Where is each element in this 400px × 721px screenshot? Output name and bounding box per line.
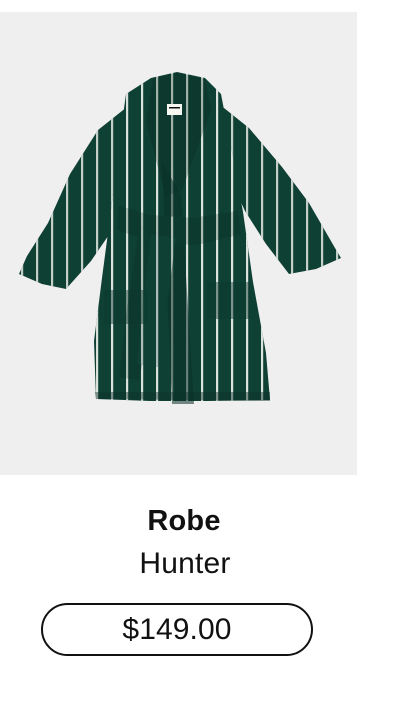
product-card[interactable]: Robe Hunter $149.00 [0,0,400,721]
price-button[interactable]: $149.00 [41,603,313,656]
product-image[interactable] [0,12,357,475]
product-color: Hunter [139,547,231,580]
robe-image-icon [19,72,341,404]
price-label: $149.00 [122,612,232,646]
product-name[interactable]: Robe [0,502,368,540]
